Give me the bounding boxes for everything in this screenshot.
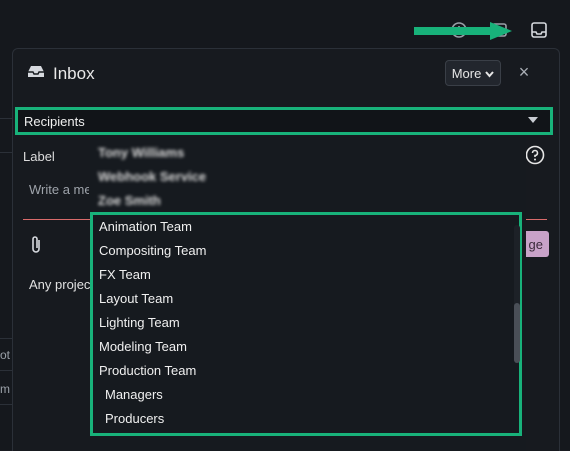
team-option[interactable]: Lighting Team (93, 311, 519, 335)
background-divider (0, 118, 12, 119)
background-right-strip (560, 60, 570, 450)
more-button-label: More (451, 65, 482, 81)
arrow-right-icon (414, 22, 512, 40)
team-option[interactable]: Modeling Team (93, 335, 519, 359)
close-icon[interactable]: × (513, 61, 535, 83)
team-option[interactable]: FX Team (93, 263, 519, 287)
background-divider (0, 404, 12, 405)
dropdown-scrollbar-thumb[interactable] (514, 303, 520, 363)
background-text: ot (0, 348, 11, 362)
team-option[interactable]: Production Team (93, 359, 519, 383)
paperclip-icon[interactable] (29, 235, 43, 255)
inbox-tray-icon (27, 63, 45, 84)
chevron-down-icon (485, 66, 495, 81)
label-field-label: Label (23, 149, 55, 164)
send-message-label: ge (528, 236, 543, 252)
recipients-dropdown: Tony Williams Webhook Service Zoe Smith … (90, 137, 526, 451)
team-option[interactable]: Layout Team (93, 287, 519, 311)
background-text: m (0, 382, 10, 396)
recipients-label: Recipients (24, 113, 85, 129)
blurred-recipient-list: Tony Williams Webhook Service Zoe Smith (98, 141, 206, 213)
message-input[interactable]: Write a me (29, 182, 89, 197)
inbox-header: Inbox More × (13, 49, 559, 99)
help-circle-icon[interactable] (525, 145, 545, 165)
team-option[interactable]: Animation Team (93, 215, 519, 239)
inbox-panel: Inbox More × Recipients Label Write a me… (12, 48, 560, 451)
recipients-select[interactable]: Recipients (15, 107, 553, 135)
team-option[interactable]: Compositing Team (93, 239, 519, 263)
background-divider (0, 152, 12, 153)
background-divider (0, 338, 12, 339)
inbox-tray-icon[interactable] (528, 19, 550, 41)
inbox-title: Inbox (27, 63, 95, 84)
recipient-option[interactable]: Zoe Smith (98, 189, 206, 213)
more-button[interactable]: More (445, 60, 501, 86)
team-sub-option[interactable]: Managers (93, 383, 519, 407)
project-filter-text: Any project (29, 277, 91, 292)
team-sub-option[interactable]: Producers (93, 407, 519, 431)
background-divider (0, 370, 12, 371)
dropdown-caret-icon (528, 117, 538, 123)
recipient-option[interactable]: Tony Williams (98, 141, 206, 165)
team-options-list: Animation Team Compositing Team FX Team … (90, 212, 522, 436)
inbox-title-text: Inbox (53, 63, 95, 83)
recipient-option[interactable]: Webhook Service (98, 165, 206, 189)
